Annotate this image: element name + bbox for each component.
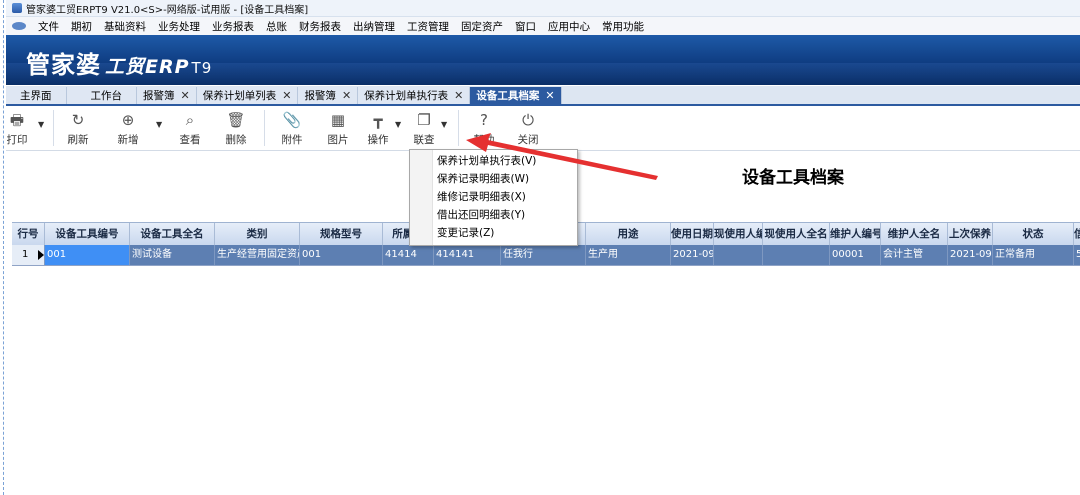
annotation-arrow-shape xyxy=(466,133,658,180)
annotation-arrow xyxy=(466,133,658,180)
